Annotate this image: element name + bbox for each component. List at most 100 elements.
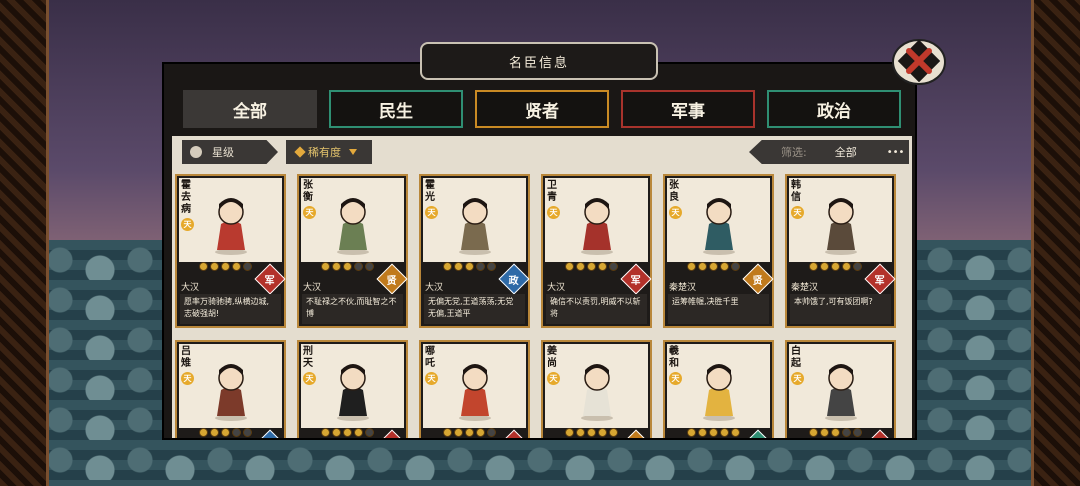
star-icon [565, 428, 574, 437]
star-icon [809, 262, 818, 271]
star-rating [809, 428, 862, 437]
rank-badge: 天 [303, 206, 316, 219]
star-icon [853, 428, 862, 437]
more-options-icon[interactable]: ••• [887, 147, 905, 158]
minister-card[interactable]: 霍光天大汉 政无偏无党,王道荡荡;无党无偏,王道平 [419, 174, 530, 328]
rank-badge: 天 [669, 206, 682, 219]
minister-card[interactable]: 羲和天 [663, 340, 774, 438]
minister-name: 羲和 [669, 346, 679, 369]
tab-livelihood[interactable]: 民生 [329, 90, 463, 128]
star-icon [820, 428, 829, 437]
star-icon [809, 428, 818, 437]
star-icon [487, 428, 496, 437]
star-icon [842, 428, 851, 437]
star-icon [609, 262, 618, 271]
role-badge: 贤 [742, 263, 774, 295]
minister-quote: 确信不以责罚,明威不以斩将 [546, 294, 647, 324]
star-icon [354, 428, 363, 437]
star-icon [465, 262, 474, 271]
character-portrait-icon [581, 364, 613, 421]
rank-badge: 天 [791, 206, 804, 219]
star-icon [443, 428, 452, 437]
left-frame-border [0, 0, 49, 486]
star-icon [698, 262, 707, 271]
minister-card[interactable]: 张衡天大汉 贤不耻禄之不伙,而耻智之不博 [297, 174, 408, 328]
star-icon [243, 428, 252, 437]
minister-name: 白起 [791, 346, 801, 369]
minister-name: 姜尚 [547, 346, 557, 369]
minister-name: 吕雉 [181, 346, 191, 369]
minister-name: 霍光 [425, 180, 435, 203]
star-icon [443, 262, 452, 271]
star-icon [221, 262, 230, 271]
star-icon [609, 428, 618, 437]
minister-name: 张良 [669, 180, 679, 203]
star-rating [321, 262, 374, 271]
flower-icon [190, 146, 202, 158]
minister-card[interactable]: 哪吒天 [419, 340, 530, 438]
role-badge [620, 429, 652, 438]
star-icon [720, 262, 729, 271]
star-icon [587, 428, 596, 437]
minister-quote: 愿率万骑驰骋,纵横边城,志破强胡! [180, 294, 281, 324]
star-rating [321, 428, 374, 437]
star-icon [454, 262, 463, 271]
rank-badge: 天 [547, 372, 560, 385]
star-icon [343, 428, 352, 437]
star-icon [232, 428, 241, 437]
star-icon [243, 262, 252, 271]
minister-card[interactable]: 吕雉天 [175, 340, 286, 438]
star-icon [709, 428, 718, 437]
dynasty-label: 大汉 [547, 283, 566, 293]
rank-badge: 天 [669, 372, 682, 385]
minister-card[interactable]: 霍去病天大汉 军愿率万骑驰骋,纵横边城,志破强胡! [175, 174, 286, 328]
close-button[interactable] [890, 32, 948, 90]
star-icon [476, 262, 485, 271]
minister-name: 卫青 [547, 180, 557, 203]
dynasty-label: 秦楚汉 [669, 283, 697, 293]
dynasty-label: 大汉 [181, 283, 200, 293]
star-rating [565, 428, 618, 437]
tab-politics[interactable]: 政治 [767, 90, 901, 128]
minister-card[interactable]: 张良天秦楚汉 贤运筹帷幄,决胜千里 [663, 174, 774, 328]
star-icon [565, 262, 574, 271]
tab-sage[interactable]: 贤者 [475, 90, 609, 128]
character-portrait-icon [703, 364, 735, 421]
minister-name: 韩信 [791, 180, 801, 203]
minister-name: 霍去病 [181, 180, 191, 215]
character-portrait-icon [215, 364, 247, 421]
minister-card[interactable]: 韩信天秦楚汉 军本帅饿了,可有饭团啊? [785, 174, 896, 328]
star-icon [210, 262, 219, 271]
star-icon [332, 428, 341, 437]
star-icon [709, 262, 718, 271]
role-badge [254, 429, 286, 438]
tab-military[interactable]: 军事 [621, 90, 755, 128]
star-sort-button[interactable]: 星级 [182, 140, 278, 164]
minister-name: 张衡 [303, 180, 313, 203]
star-icon [687, 262, 696, 271]
minister-card[interactable]: 姜尚天 [541, 340, 652, 438]
star-icon [332, 262, 341, 271]
character-portrait-icon [825, 364, 857, 421]
star-icon [221, 428, 230, 437]
star-icon [731, 428, 740, 437]
character-portrait-icon [825, 198, 857, 255]
star-icon [232, 262, 241, 271]
minister-card[interactable]: 刑天天 [297, 340, 408, 438]
minister-name: 刑天 [303, 346, 313, 369]
role-badge: 军 [620, 263, 652, 295]
rank-badge: 天 [425, 372, 438, 385]
star-icon [210, 428, 219, 437]
role-badge: 政 [498, 263, 530, 295]
dynasty-label: 大汉 [425, 283, 444, 293]
close-icon [892, 39, 946, 85]
rarity-sort-button[interactable]: 稀有度 [286, 140, 372, 164]
minister-card-grid: 霍去病天大汉军愿率万骑驰骋,纵横边城,志破强胡! 张衡天大汉贤不耻禄之不伙,而耻… [175, 174, 912, 438]
filter-dropdown[interactable]: 筛选: 全部 ••• [749, 140, 909, 164]
minister-card[interactable]: 卫青天大汉 军确信不以责罚,明威不以斩将 [541, 174, 652, 328]
minister-card[interactable]: 白起天 [785, 340, 896, 438]
rank-badge: 天 [181, 372, 194, 385]
tab-all[interactable]: 全部 [183, 90, 317, 128]
character-portrait-icon [337, 198, 369, 255]
star-icon [731, 262, 740, 271]
